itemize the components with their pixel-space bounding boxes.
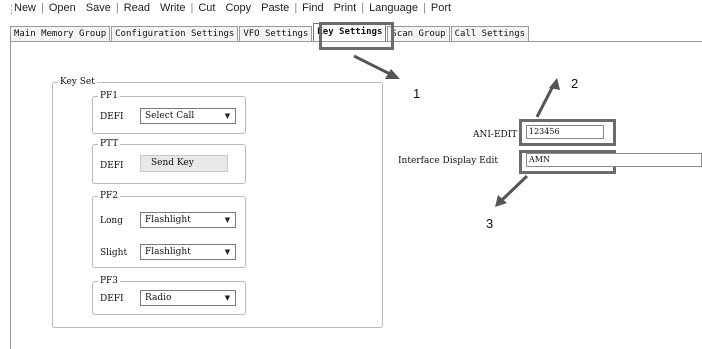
- callout-arrow-1: [353, 54, 393, 77]
- callout-label-2: 2: [571, 76, 579, 91]
- callout-label-3: 3: [486, 216, 494, 231]
- callout-arrow-3: [500, 174, 529, 202]
- callout-label-1: 1: [413, 86, 421, 101]
- callout-arrows: [353, 54, 560, 207]
- callout-arrow-2: [535, 85, 555, 118]
- callout-arrowhead-2: [549, 78, 560, 90]
